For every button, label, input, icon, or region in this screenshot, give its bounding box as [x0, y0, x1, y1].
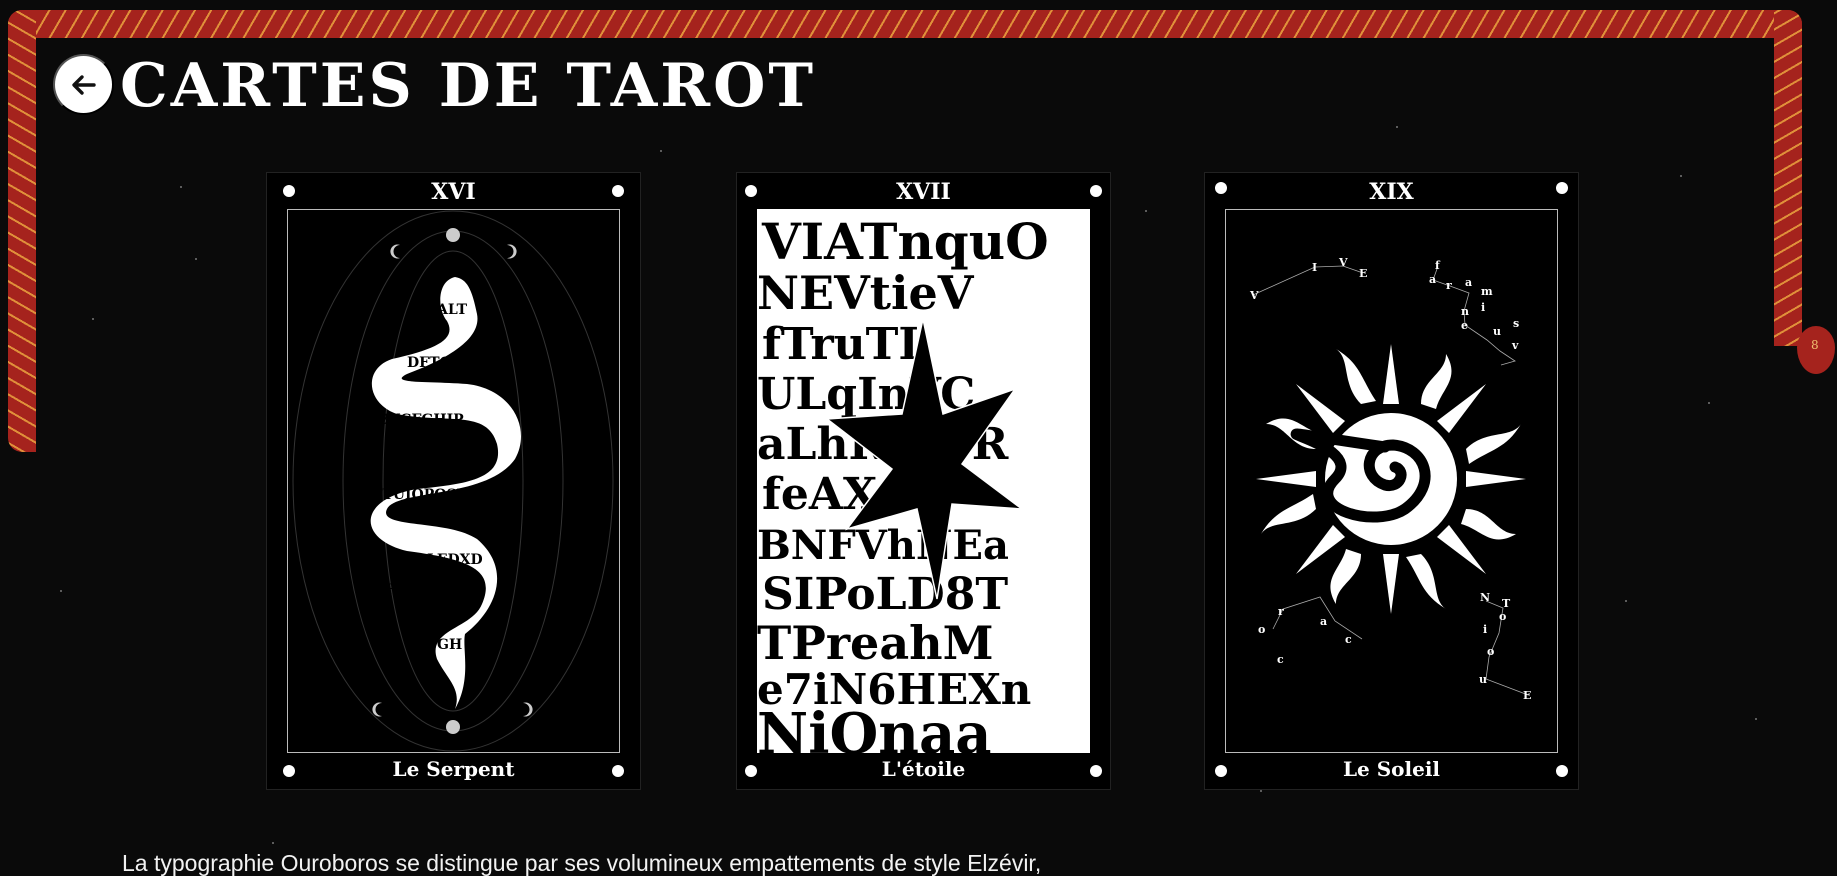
svg-text:i: i: [1483, 623, 1487, 636]
tarot-card-serpent[interactable]: XVI ALT DFTG VBXCFGHIP DIPSU RTYUIOPQSDF…: [266, 172, 641, 790]
svg-text:fTruTI: fTruTI: [762, 319, 919, 370]
card-numeral: XVI: [431, 179, 476, 205]
svg-text:BNFVhNEa: BNFVhNEa: [757, 522, 1009, 569]
card-numeral: XIX: [1369, 179, 1414, 205]
svg-text:NEVtieV: NEVtieV: [757, 266, 975, 320]
snake-border-top: [8, 10, 1802, 38]
tarot-card-etoile[interactable]: XVII VIATnquO NEVtieV fTruTI ULqInYC aLh…: [736, 172, 1111, 790]
svg-text:i: i: [1481, 301, 1485, 314]
svg-text:T: T: [1502, 597, 1511, 610]
svg-text:N: N: [1480, 591, 1490, 604]
card-name: L'étoile: [881, 757, 966, 781]
svg-text:RTYUIOPQSDFG: RTYUIOPQSDFG: [361, 487, 491, 503]
svg-text:o: o: [1487, 645, 1494, 658]
card-name: Le Soleil: [1342, 757, 1441, 781]
svg-text:o: o: [1258, 623, 1265, 636]
svg-text:f: f: [1435, 259, 1441, 272]
serpent-illustration: ALT DFTG VBXCFGHIP DIPSU RTYUIOPQSDFG LE…: [292, 210, 614, 752]
svg-text:TPreahM: TPreahM: [757, 616, 994, 670]
svg-text:V: V: [1249, 289, 1259, 302]
svg-text:e: e: [1461, 319, 1468, 332]
sun-illustration: V I V E f a r a m n i e u s v r o a c c …: [1249, 256, 1531, 702]
svg-text:DCFGBH: DCFGBH: [362, 582, 432, 598]
card-name: Le Serpent: [392, 757, 515, 781]
svg-text:c: c: [1345, 633, 1352, 646]
svg-text:u: u: [1479, 673, 1487, 686]
svg-text:DFTG: DFTG: [407, 355, 451, 371]
svg-text:ALT: ALT: [436, 302, 468, 318]
svg-text:c: c: [1277, 653, 1284, 666]
back-button[interactable]: [53, 54, 114, 115]
svg-text:s: s: [1513, 317, 1519, 330]
intro-text: La typographie Ouroboros se distingue pa…: [122, 850, 1042, 876]
svg-text:LEDXD: LEDXD: [427, 552, 483, 568]
svg-text:a: a: [1320, 615, 1327, 628]
svg-text:r: r: [1278, 605, 1284, 618]
snake-head-badge: 8: [1811, 338, 1819, 352]
star-illustration: VIATnquO NEVtieV fTruTI ULqInYC aLhRWOR …: [757, 209, 1090, 753]
snake-border-left: [8, 10, 36, 452]
tarot-card-soleil[interactable]: XIX V I V E f a r a m n i e u s v r o a: [1204, 172, 1579, 790]
page-title: CARTES DE TAROT: [120, 51, 817, 121]
svg-text:m: m: [1481, 285, 1493, 298]
svg-text:VIATnquO: VIATnquO: [761, 212, 1049, 271]
card-numeral: XVII: [896, 179, 951, 205]
svg-text:NiOnaa: NiOnaa: [757, 701, 992, 753]
svg-text:V: V: [1338, 256, 1348, 269]
svg-text:VBXCFGHIP: VBXCFGHIP: [366, 412, 464, 428]
svg-text:E: E: [1359, 267, 1367, 280]
svg-text:E: E: [1523, 689, 1531, 702]
svg-text:u: u: [1493, 325, 1501, 338]
arrow-left-icon: [71, 74, 96, 95]
svg-text:v: v: [1511, 339, 1519, 352]
svg-text:r: r: [1446, 279, 1452, 292]
svg-text:a: a: [1429, 273, 1436, 286]
svg-text:a: a: [1465, 276, 1472, 289]
svg-text:I: I: [1312, 261, 1317, 274]
svg-text:GH: GH: [437, 637, 462, 653]
svg-text:o: o: [1499, 610, 1506, 623]
svg-text:n: n: [1461, 305, 1469, 318]
svg-text:SIPoLD8T: SIPoLD8T: [762, 569, 1008, 620]
snake-border-right: [1774, 10, 1802, 346]
svg-text:DIPSU: DIPSU: [397, 462, 449, 478]
